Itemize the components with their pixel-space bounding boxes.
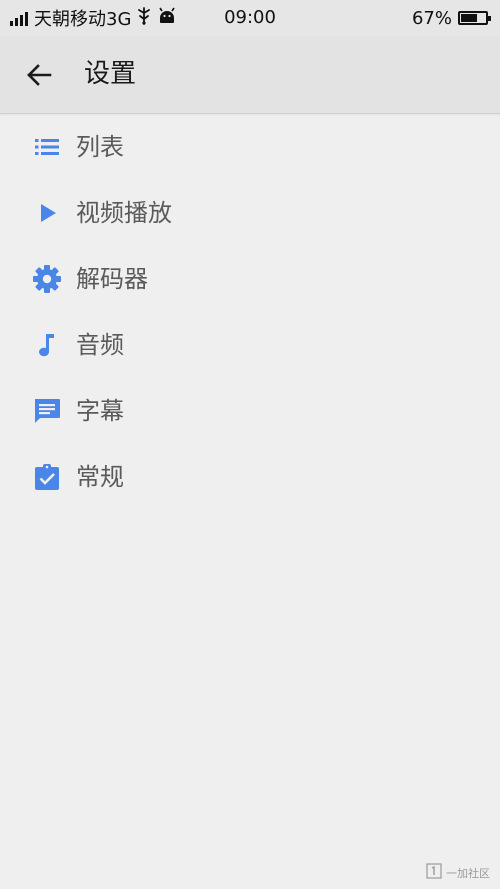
clipboard-check-icon <box>32 462 62 492</box>
arrow-left-icon <box>27 64 52 86</box>
menu-item-decoder[interactable]: 解码器 <box>0 246 500 312</box>
menu-item-label: 常规 <box>76 463 124 491</box>
battery-level-fill <box>461 14 478 22</box>
menu-item-video-playback[interactable]: 视频播放 <box>0 180 500 246</box>
battery-icon <box>458 11 491 25</box>
oneplus-logo <box>426 863 442 883</box>
menu-item-label: 解码器 <box>76 265 148 293</box>
subtitle-icon <box>32 396 62 426</box>
menu-item-general[interactable]: 常规 <box>0 444 500 510</box>
watermark-text: 一加社区 <box>446 867 490 880</box>
page-title: 设置 <box>84 59 137 89</box>
menu-item-subtitles[interactable]: 字幕 <box>0 378 500 444</box>
status-right: 67% <box>411 6 491 30</box>
app-bar: 设置 <box>0 36 500 114</box>
battery-percent: 67% <box>411 7 452 29</box>
play-icon <box>32 198 62 228</box>
list-icon <box>32 132 62 162</box>
menu-item-label: 视频播放 <box>76 199 172 227</box>
menu-item-label: 列表 <box>76 133 124 161</box>
watermark: 一加社区 <box>426 863 490 883</box>
gear-icon <box>32 264 62 294</box>
music-note-icon <box>32 330 62 360</box>
menu-item-label: 音频 <box>76 331 124 359</box>
back-button[interactable] <box>22 58 56 92</box>
menu-item-label: 字幕 <box>76 397 124 425</box>
status-bar: 天朝移动3G 09:00 67% <box>0 0 500 36</box>
menu-item-list[interactable]: 列表 <box>0 114 500 180</box>
menu-item-audio[interactable]: 音频 <box>0 312 500 378</box>
